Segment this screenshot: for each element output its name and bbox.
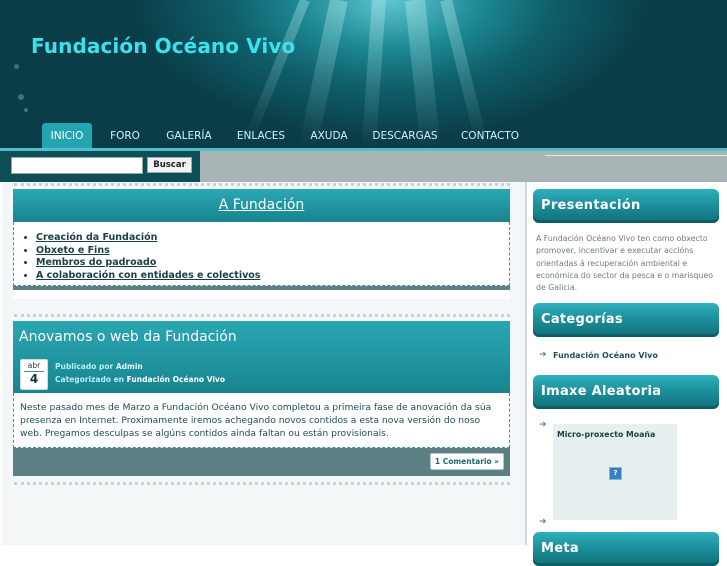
page-links: Creación da Fundación Obxeto e Fins Memb… [24, 232, 260, 282]
site-title[interactable]: Fundación Océano Vivo [31, 34, 295, 58]
nav-item-foro[interactable]: FORO [104, 123, 146, 150]
nav-item-inicio[interactable]: INICIO [42, 123, 92, 150]
post-header: Anovamos o web da Fundación abr 4 Public… [13, 321, 510, 393]
post: Anovamos o web da Fundación abr 4 Public… [13, 321, 510, 477]
post-footer: 1 Comentario » [13, 448, 510, 476]
page-box: A Fundación Creación da Fundación Obxeto… [13, 189, 510, 299]
post-text: Neste pasado mes de Marzo a Fundación Oc… [20, 402, 492, 439]
post-title[interactable]: Anovamos o web da Fundación [19, 329, 237, 345]
search-button[interactable]: Buscar [147, 157, 192, 173]
list-item: Obxeto e Fins [36, 245, 260, 258]
search-bar-strip [200, 151, 727, 182]
search-input[interactable] [11, 157, 143, 174]
arrow-icon: ➜ [539, 350, 547, 360]
site-header: Fundación Océano Vivo INICIO FORO GALERÍ… [0, 0, 727, 150]
published-prefix: Publicado por [55, 362, 114, 371]
column-divider [525, 182, 527, 545]
bubble [24, 108, 28, 112]
page-link-obxeto[interactable]: Obxeto e Fins [36, 245, 110, 256]
post-category-line: Categorizado en Fundación Océano Vivo [55, 375, 225, 384]
bubble [18, 94, 24, 100]
sidebar-header-presentacion: Presentación [533, 189, 719, 223]
arrow-icon: ➜ [539, 420, 547, 430]
post-author-line: Publicado por Admin [55, 362, 143, 371]
dotted-divider [14, 314, 510, 317]
category-link[interactable]: Fundación Océano Vivo [553, 351, 658, 360]
list-item: Membros do padroado [36, 257, 260, 270]
page-box-footer [13, 286, 510, 290]
post-author: Admin [115, 362, 143, 371]
dotted-divider [14, 482, 510, 485]
nav-item-galeria[interactable]: GALERÍA [160, 123, 218, 150]
light-ray [244, 0, 310, 141]
date-month: abr [27, 361, 41, 370]
page-link-colaboracion[interactable]: A colaboración con entidades e colectivo… [36, 270, 260, 281]
list-item: A colaboración con entidades e colectivo… [36, 270, 260, 283]
sidebar-header-categorias: Categorías [533, 303, 719, 337]
comments-button[interactable]: 1 Comentario » [430, 453, 504, 470]
nav-item-enlaces[interactable]: ENLACES [231, 123, 291, 150]
sidebar-header-imaxe: Imaxe Aleatoria [533, 375, 719, 409]
random-image[interactable]: Micro-proxecto Moaña ? [553, 424, 677, 520]
page-box-title[interactable]: A Fundación [13, 197, 510, 213]
sidebar-title: Meta [541, 541, 579, 556]
sidebar-title: Presentación [541, 198, 641, 213]
main-nav: INICIO FORO GALERÍA ENLACES AXUDA DESCAR… [0, 123, 727, 150]
divider [545, 155, 727, 156]
page-box-body: Creación da Fundación Obxeto e Fins Memb… [13, 222, 510, 286]
date-day: 4 [29, 372, 39, 386]
sidebar-title: Categorías [541, 312, 623, 327]
sidebar-title: Imaxe Aleatoria [541, 384, 662, 399]
category-prefix: Categorizado en [55, 375, 125, 384]
nav-item-descargas[interactable]: DESCARGAS [367, 123, 443, 150]
nav-item-axuda[interactable]: AXUDA [303, 123, 355, 150]
page-box-header: A Fundación [13, 189, 510, 222]
post-body: Neste pasado mes de Marzo a Fundación Oc… [13, 393, 510, 448]
arrow-icon: ➜ [539, 517, 547, 527]
nav-item-contacto[interactable]: CONTACTO [456, 123, 524, 150]
sidebar-header-meta: Meta [533, 532, 719, 566]
bubble [14, 64, 19, 69]
broken-image-icon: ? [609, 467, 622, 480]
dotted-divider [14, 183, 510, 186]
post-category-link[interactable]: Fundación Océano Vivo [127, 375, 225, 384]
date-badge: abr 4 [20, 359, 48, 390]
list-item: Creación da Fundación [36, 232, 260, 245]
page-link-creacion[interactable]: Creación da Fundación [36, 232, 157, 243]
page-link-membros[interactable]: Membros do padroado [36, 257, 156, 268]
image-caption[interactable]: Micro-proxecto Moaña [557, 430, 655, 439]
presentacion-text: A Fundación Océano Vivo ten como obxecto… [536, 234, 714, 293]
